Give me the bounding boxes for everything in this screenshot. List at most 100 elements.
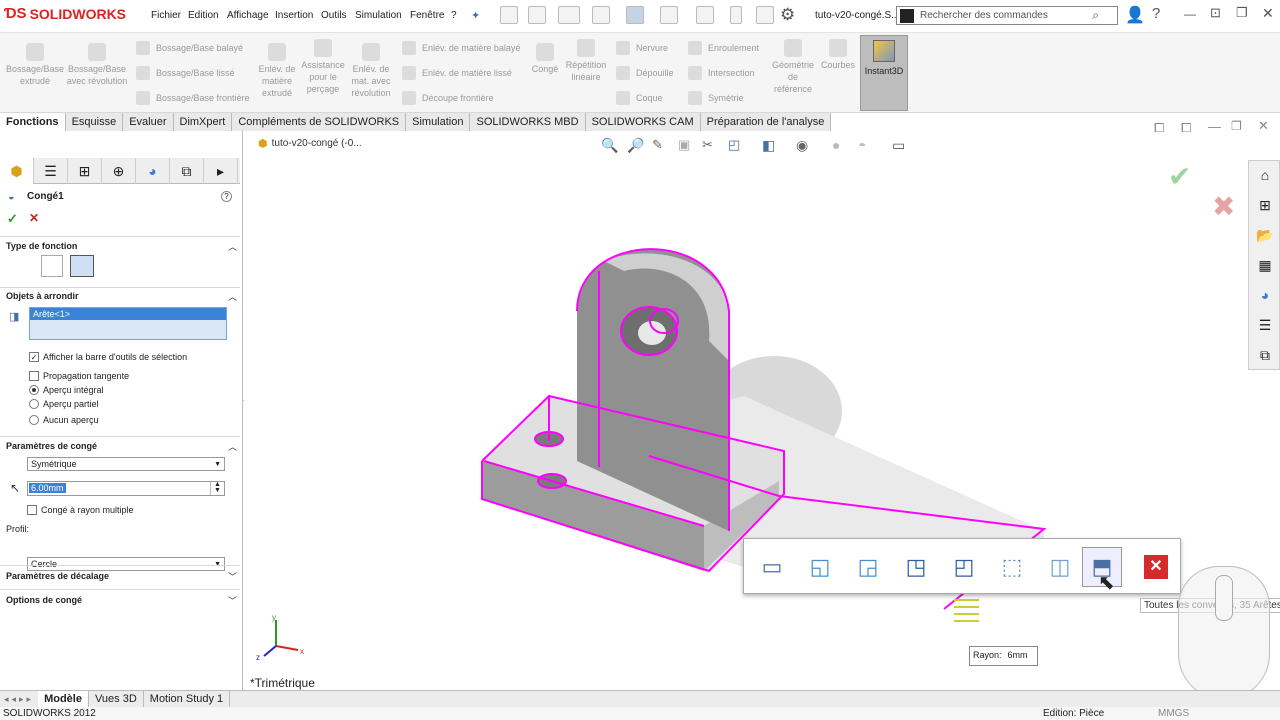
save-icon[interactable] bbox=[592, 6, 610, 24]
multi-radius-option[interactable]: Congé à rayon multiple bbox=[27, 505, 134, 515]
variable-fillet-type-icon[interactable] bbox=[70, 255, 94, 277]
menu-insertion[interactable]: Insertion bbox=[275, 10, 313, 21]
menu-fichier[interactable]: Fichier bbox=[151, 10, 181, 21]
solidworks-logo[interactable]: ƊS SOLIDWORKS bbox=[4, 5, 126, 22]
rebuild-icon[interactable] bbox=[730, 6, 742, 24]
tab-motion-study[interactable]: Motion Study 1 bbox=[144, 691, 231, 707]
expand-icon[interactable]: ﹀ bbox=[228, 570, 237, 583]
section-parametres-decalage[interactable]: Paramètres de décalage bbox=[6, 571, 109, 581]
preview-partial-radio[interactable] bbox=[29, 399, 39, 409]
decoupe-frontiere-button[interactable]: Découpe frontière bbox=[402, 91, 494, 105]
multi-radius-checkbox[interactable] bbox=[27, 505, 37, 515]
depouille-button[interactable]: Dépouille bbox=[616, 66, 674, 80]
select-face-edges-button[interactable]: ◲ bbox=[848, 547, 888, 587]
list-item[interactable]: Arête<1> bbox=[30, 308, 226, 320]
minimize-icon[interactable]: — bbox=[1184, 7, 1196, 21]
user-icon[interactable]: 👤 bbox=[1125, 5, 1145, 25]
tangent-propagation-option[interactable]: Propagation tangente bbox=[29, 371, 129, 381]
design-library-icon[interactable]: ⊞ bbox=[1255, 195, 1275, 215]
tab-complements[interactable]: Compléments de SOLIDWORKS bbox=[232, 113, 407, 131]
pin-icon[interactable]: ✦ bbox=[471, 9, 480, 22]
bossage-balaye-button[interactable]: Bossage/Base balayé bbox=[136, 41, 243, 55]
select-wireframe-button[interactable]: ⬚ bbox=[992, 547, 1032, 587]
search-icon[interactable]: ⌕ bbox=[1092, 8, 1099, 23]
custom-properties-icon[interactable]: ☰ bbox=[1255, 315, 1275, 335]
constant-fillet-type-icon[interactable] bbox=[41, 255, 63, 277]
repetition-lineaire-button[interactable]: Répétition linéaire bbox=[562, 39, 610, 83]
select-feature-edges-button[interactable]: ◳ bbox=[896, 547, 936, 587]
configuration-manager-tab-icon[interactable]: ⊞ bbox=[68, 158, 102, 184]
show-toolbar-option[interactable]: ✓ Afficher la barre d'outils de sélection bbox=[29, 352, 187, 362]
show-toolbar-checkbox[interactable]: ✓ bbox=[29, 352, 39, 362]
help-button[interactable]: ? bbox=[221, 191, 232, 202]
enlev-balaye-button[interactable]: Enlév. de matière balayé bbox=[402, 41, 520, 55]
part-model[interactable] bbox=[244, 131, 1250, 690]
menu-outils[interactable]: Outils bbox=[321, 10, 347, 21]
geometrie-reference-button[interactable]: Géométrie de référence bbox=[770, 39, 816, 95]
select-loop-button[interactable]: ▭ bbox=[752, 547, 792, 587]
resources-home-icon[interactable]: ⌂ bbox=[1255, 165, 1275, 185]
restore-icon[interactable]: ⊡ bbox=[1210, 5, 1221, 21]
menu-affichage[interactable]: Affichage bbox=[227, 10, 269, 21]
tab-scroll-icon[interactable]: ◂◂▸▸ bbox=[0, 694, 38, 705]
collapse-icon[interactable]: ︿ bbox=[228, 240, 237, 253]
dimxpert-manager-tab-icon[interactable]: ⊕ bbox=[102, 158, 136, 184]
more-tabs-icon[interactable]: ▸ bbox=[204, 158, 238, 184]
maximize-icon[interactable]: ❐ bbox=[1236, 5, 1248, 21]
file-properties-icon[interactable] bbox=[756, 6, 774, 24]
viewport-close-icon[interactable]: ✕ bbox=[1258, 118, 1269, 134]
search-box[interactable]: Rechercher des commandes ⌕ bbox=[896, 6, 1118, 25]
collapse-icon[interactable]: ︿ bbox=[228, 290, 237, 303]
print-icon[interactable] bbox=[626, 6, 644, 24]
intersection-button[interactable]: Intersection bbox=[688, 66, 755, 80]
radius-callout[interactable]: Rayon: 6mm bbox=[969, 646, 1038, 666]
profile-select[interactable]: Cercle bbox=[27, 557, 225, 571]
tab-simulation[interactable]: Simulation bbox=[406, 113, 471, 131]
preview-full-option[interactable]: Aperçu intégral bbox=[29, 385, 104, 395]
enroulement-button[interactable]: Enroulement bbox=[688, 41, 759, 55]
radius-stepper[interactable]: 6.00mm ▲ ▼ bbox=[27, 481, 225, 496]
coque-button[interactable]: Coque bbox=[616, 91, 663, 105]
assistance-percage-button[interactable]: Assistance pour le perçage bbox=[300, 39, 346, 95]
ok-button[interactable]: ✓ bbox=[7, 211, 18, 227]
close-icon[interactable]: ✕ bbox=[1262, 5, 1274, 22]
bossage-base-extrude-button[interactable]: Bossage/Base extrudé bbox=[4, 43, 66, 87]
enlev-matiere-revolution-button[interactable]: Enlév. de mat. avec révolution bbox=[346, 43, 396, 99]
section-objets-arrondir[interactable]: Objets à arrondir bbox=[6, 291, 79, 301]
symetrie-button[interactable]: Symétrie bbox=[688, 91, 744, 105]
radius-input[interactable]: 6.00mm bbox=[29, 483, 66, 493]
preview-full-radio[interactable] bbox=[29, 385, 39, 395]
expand-icon[interactable]: ﹀ bbox=[228, 594, 237, 607]
cancel-button[interactable]: ✕ bbox=[29, 211, 39, 225]
help-icon[interactable]: ? bbox=[1152, 5, 1160, 22]
collapse-icon[interactable]: ︿ bbox=[228, 440, 237, 453]
file-explorer-icon[interactable]: 📂 bbox=[1255, 225, 1275, 245]
objects-list[interactable]: Arête<1> bbox=[29, 307, 227, 340]
close-toolbar-button[interactable]: ✕ bbox=[1136, 547, 1176, 587]
tab-cam[interactable]: SOLIDWORKS CAM bbox=[585, 113, 701, 131]
tab-preparation-analyse[interactable]: Préparation de l'analyse bbox=[700, 113, 832, 131]
feature-manager-tab-icon[interactable]: ⬢ bbox=[0, 158, 34, 184]
cam-manager-tab-icon[interactable]: ⧉ bbox=[170, 158, 204, 184]
enlev-lisse-button[interactable]: Enlév. de matière lissé bbox=[402, 66, 512, 80]
preview-none-option[interactable]: Aucun aperçu bbox=[29, 415, 99, 425]
tab-evaluer[interactable]: Evaluer bbox=[123, 113, 174, 131]
section-options-conge[interactable]: Options de congé bbox=[6, 595, 82, 605]
tab-modele[interactable]: Modèle bbox=[38, 691, 89, 707]
rayon-value[interactable]: 6mm bbox=[1008, 650, 1028, 662]
tab-esquisse[interactable]: Esquisse bbox=[65, 113, 124, 131]
view-palette-icon[interactable]: ▦ bbox=[1255, 255, 1275, 275]
menu-simulation[interactable]: Simulation bbox=[355, 10, 402, 21]
tab-mbd[interactable]: SOLIDWORKS MBD bbox=[470, 113, 586, 131]
forum-icon[interactable]: ⧉ bbox=[1255, 345, 1275, 365]
section-parametres-conge[interactable]: Paramètres de congé bbox=[6, 441, 97, 451]
select-connected-edges-button[interactable]: ◰ bbox=[944, 547, 984, 587]
appearances-icon[interactable]: ◕ bbox=[1255, 285, 1275, 305]
gear-icon[interactable]: ⚙ bbox=[780, 5, 795, 25]
tangent-propagation-checkbox[interactable] bbox=[29, 371, 39, 381]
conge-button[interactable]: Congé bbox=[530, 43, 560, 75]
menu-edition[interactable]: Edition bbox=[188, 10, 219, 21]
preview-none-radio[interactable] bbox=[29, 415, 39, 425]
select-body-button[interactable]: ◫ bbox=[1040, 547, 1080, 587]
nervure-button[interactable]: Nervure bbox=[616, 41, 668, 55]
